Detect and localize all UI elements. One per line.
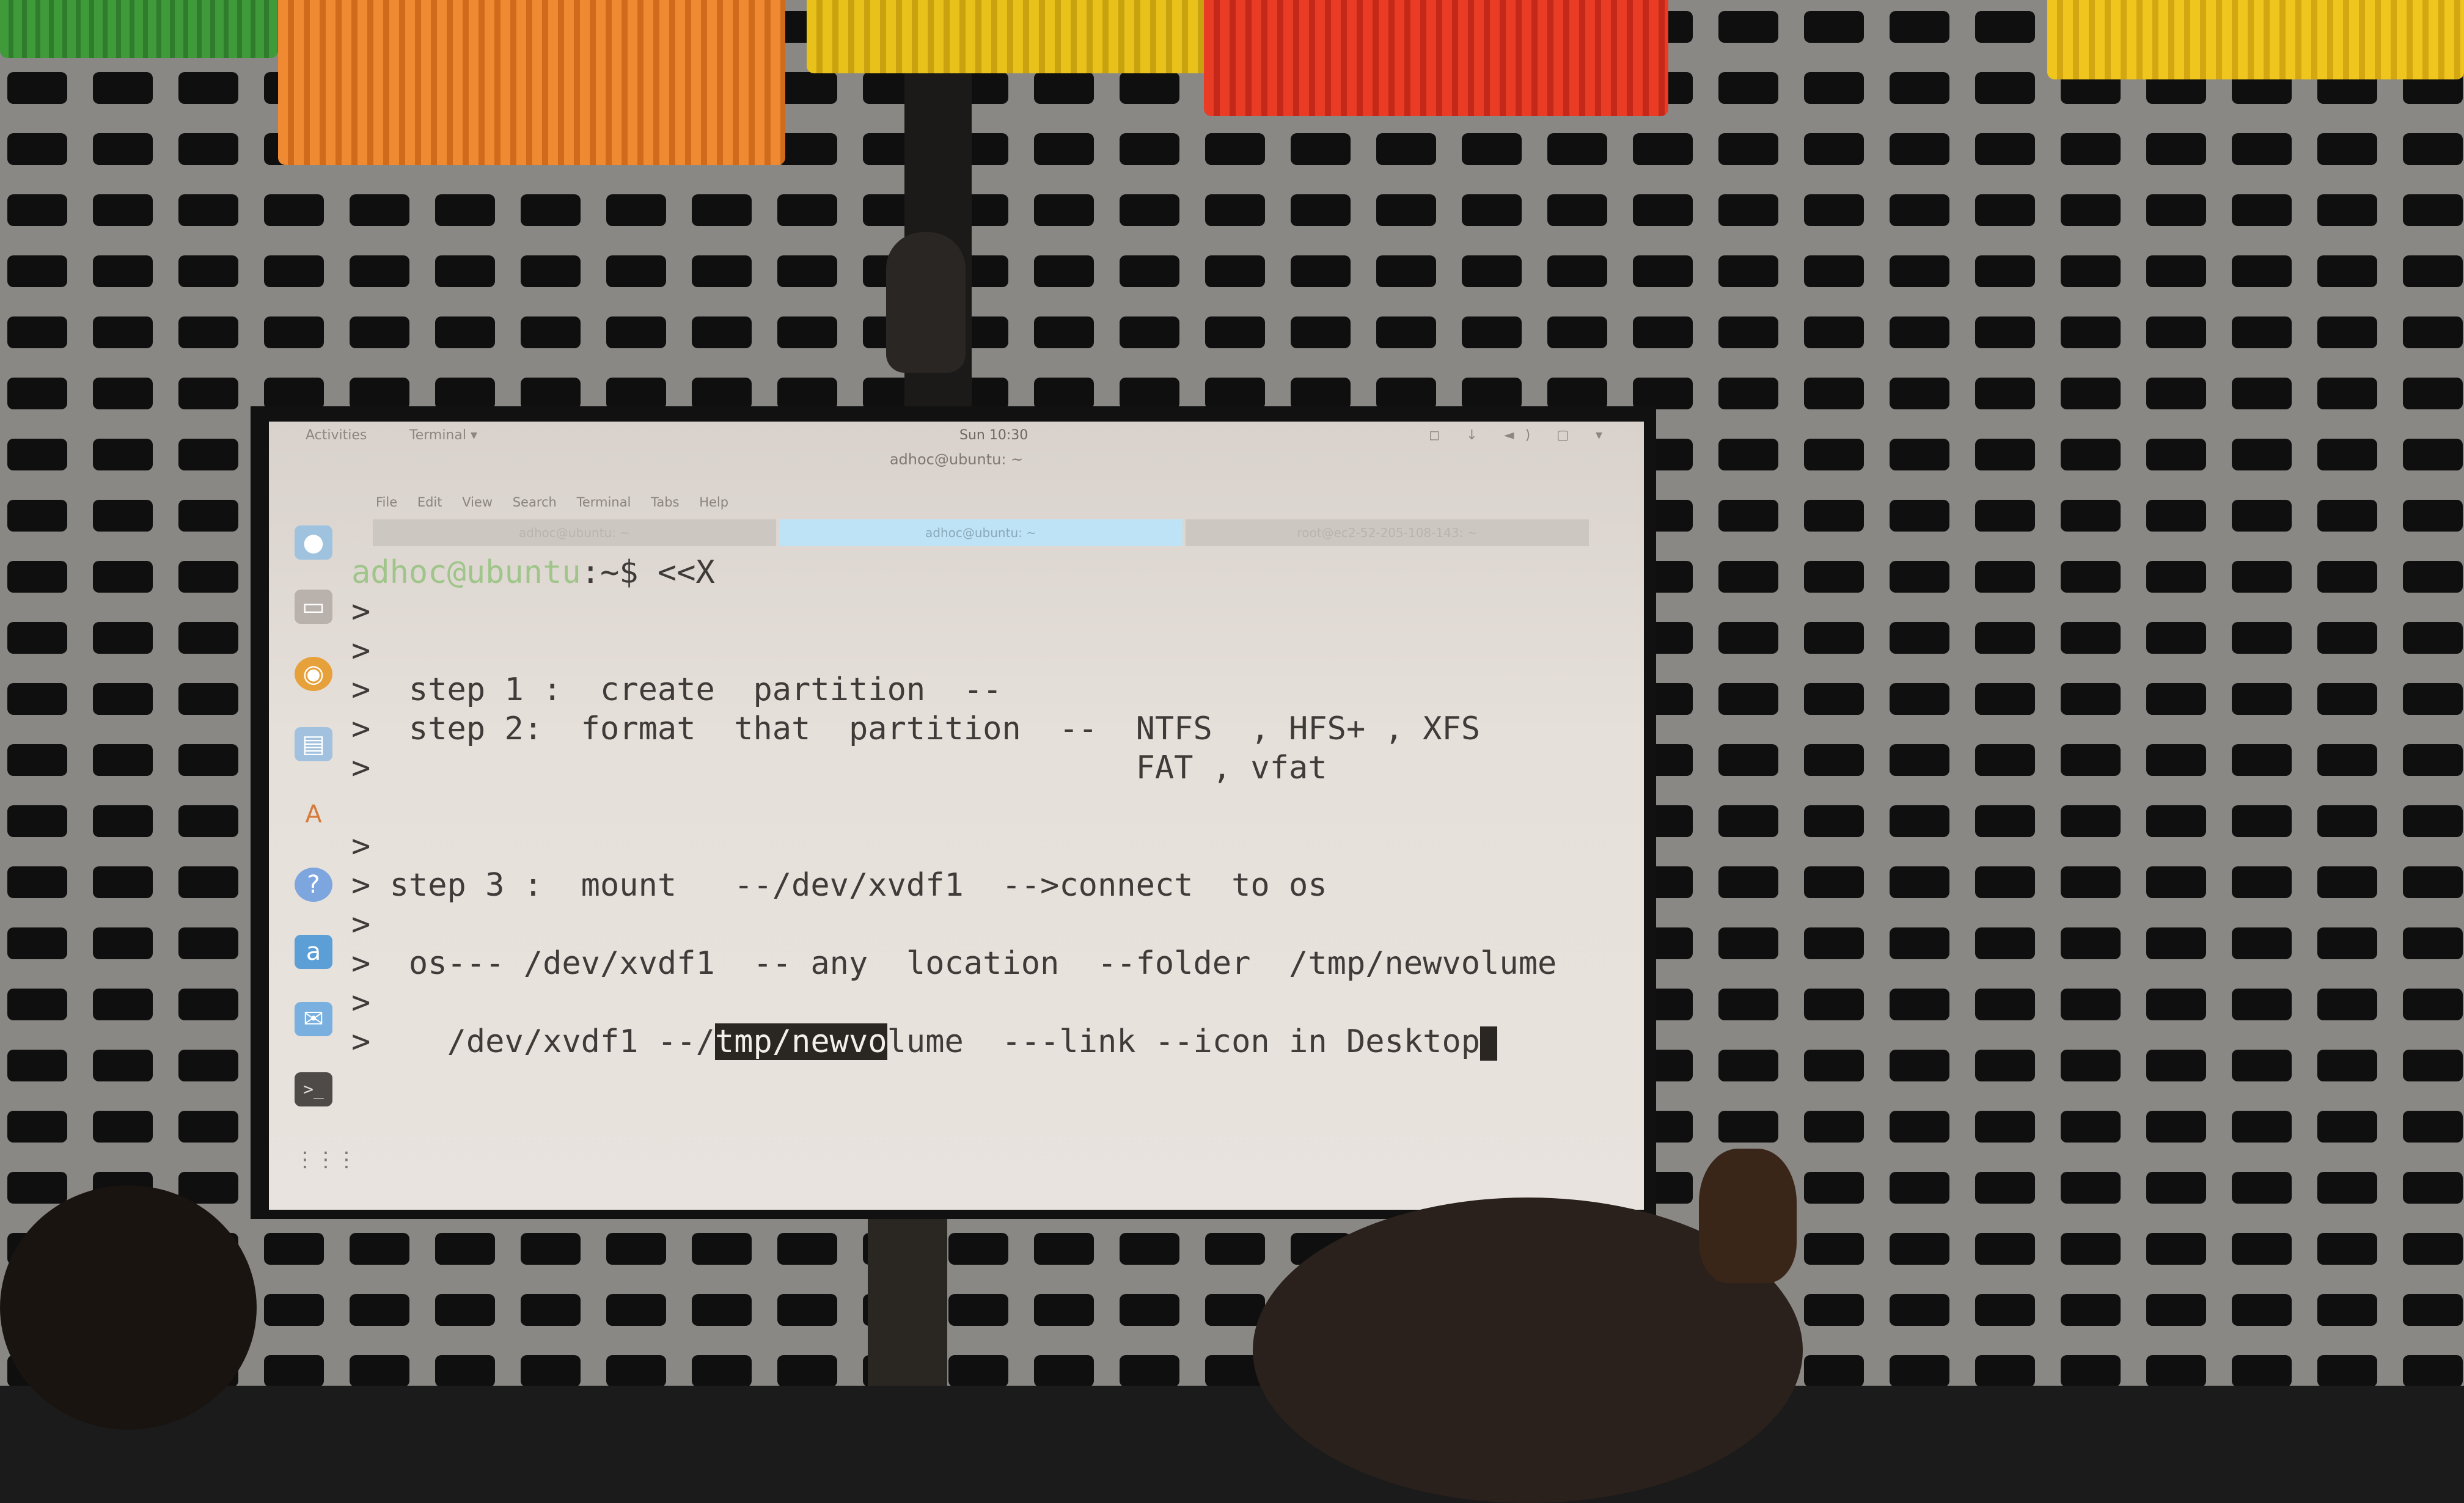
amazon-icon[interactable]: a	[295, 935, 332, 969]
terminal-line: > FAT , vfat	[351, 750, 1327, 786]
menu-view[interactable]: View	[462, 495, 493, 510]
tab-bar: adhoc@ubuntu: ~ adhoc@ubuntu: ~ root@ec2…	[373, 519, 1626, 546]
app-menu[interactable]: Terminal ▾	[409, 428, 477, 443]
lamp-shade-orange	[278, 0, 785, 165]
prompt-user: adhoc@ubuntu	[351, 554, 581, 591]
menu-edit[interactable]: Edit	[417, 495, 442, 510]
document-icon[interactable]: ▤	[295, 727, 332, 761]
chromium-icon[interactable]: ●	[295, 525, 332, 560]
menu-help[interactable]: Help	[699, 495, 728, 510]
terminal-line: > os--- /dev/xvdf1 -- any location --fol…	[351, 945, 1557, 982]
terminal-line: > step 1 : create partition --	[351, 671, 1002, 708]
dock: ● ▭ ◉ ▤ A ? a ✉ >_ ⋮⋮⋮	[280, 513, 357, 1198]
lamp-shade-red	[1204, 0, 1668, 116]
menu-search[interactable]: Search	[513, 495, 557, 510]
menu-terminal[interactable]: Terminal	[577, 495, 631, 510]
terminal-line: > step 3 : mount --/dev/xvdf1 -->connect…	[351, 867, 1327, 904]
lamp-shade-yellow-right	[2047, 0, 2464, 79]
terminal-line: >	[351, 906, 371, 943]
tab-2[interactable]: adhoc@ubuntu: ~	[779, 519, 1182, 546]
terminal-line: >	[351, 593, 371, 630]
line-suffix: lume ---link --icon in Desktop	[887, 1023, 1481, 1060]
window-title: adhoc@ubuntu: ~	[889, 451, 1024, 468]
terminal-line: >	[351, 632, 371, 669]
top-bar: Activities Terminal ▾ Sun 10:30 ◻ ↓ ◄) ▢…	[269, 422, 1644, 447]
terminal-line: > step 2: format that partition -- NTFS …	[351, 711, 1481, 747]
tab-1[interactable]: adhoc@ubuntu: ~	[373, 519, 776, 546]
apps-grid-icon[interactable]: ⋮⋮⋮	[295, 1143, 357, 1177]
microphone	[886, 232, 966, 373]
menu-bar: File Edit View Search Terminal Tabs Help	[376, 495, 744, 510]
terminal-line: >	[351, 828, 371, 865]
line-prefix: > /dev/xvdf1 --/	[351, 1023, 715, 1060]
audience-head	[0, 1185, 257, 1430]
prompt-line: adhoc@ubuntu:~$ <<X	[351, 553, 715, 592]
terminal-output[interactable]: adhoc@ubuntu:~$ <<X > > > step 1 : creat…	[351, 553, 1610, 1188]
prompt-command: :~$ <<X	[581, 554, 715, 591]
system-tray[interactable]: ◻ ↓ ◄) ▢ ▾	[1429, 428, 1613, 443]
email-icon[interactable]: ✉	[295, 1002, 332, 1036]
text-selection[interactable]: tmp/newvo	[714, 1023, 887, 1060]
text-cursor	[1480, 1026, 1498, 1061]
tv-screen: Activities Terminal ▾ Sun 10:30 ◻ ↓ ◄) ▢…	[269, 422, 1644, 1210]
clock[interactable]: Sun 10:30	[959, 428, 1028, 443]
menu-tabs[interactable]: Tabs	[651, 495, 680, 510]
menu-file[interactable]: File	[376, 495, 397, 510]
activities-button[interactable]: Activities	[306, 428, 367, 443]
terminal-icon[interactable]: >_	[295, 1072, 332, 1106]
terminal-line: >	[351, 984, 371, 1021]
help-icon[interactable]: ?	[295, 868, 332, 902]
stand-pole	[868, 1216, 947, 1386]
terminal-current-line: > /dev/xvdf1 --/tmp/newvolume ---link --…	[351, 1022, 1498, 1061]
software-icon[interactable]: A	[295, 797, 332, 832]
tab-3[interactable]: root@ec2-52-205-108-143: ~	[1186, 519, 1589, 546]
lamp-shade-green	[0, 0, 278, 58]
files-icon[interactable]: ▭	[295, 590, 332, 624]
firefox-icon[interactable]: ◉	[295, 657, 332, 691]
audience-person	[1699, 1149, 1797, 1283]
